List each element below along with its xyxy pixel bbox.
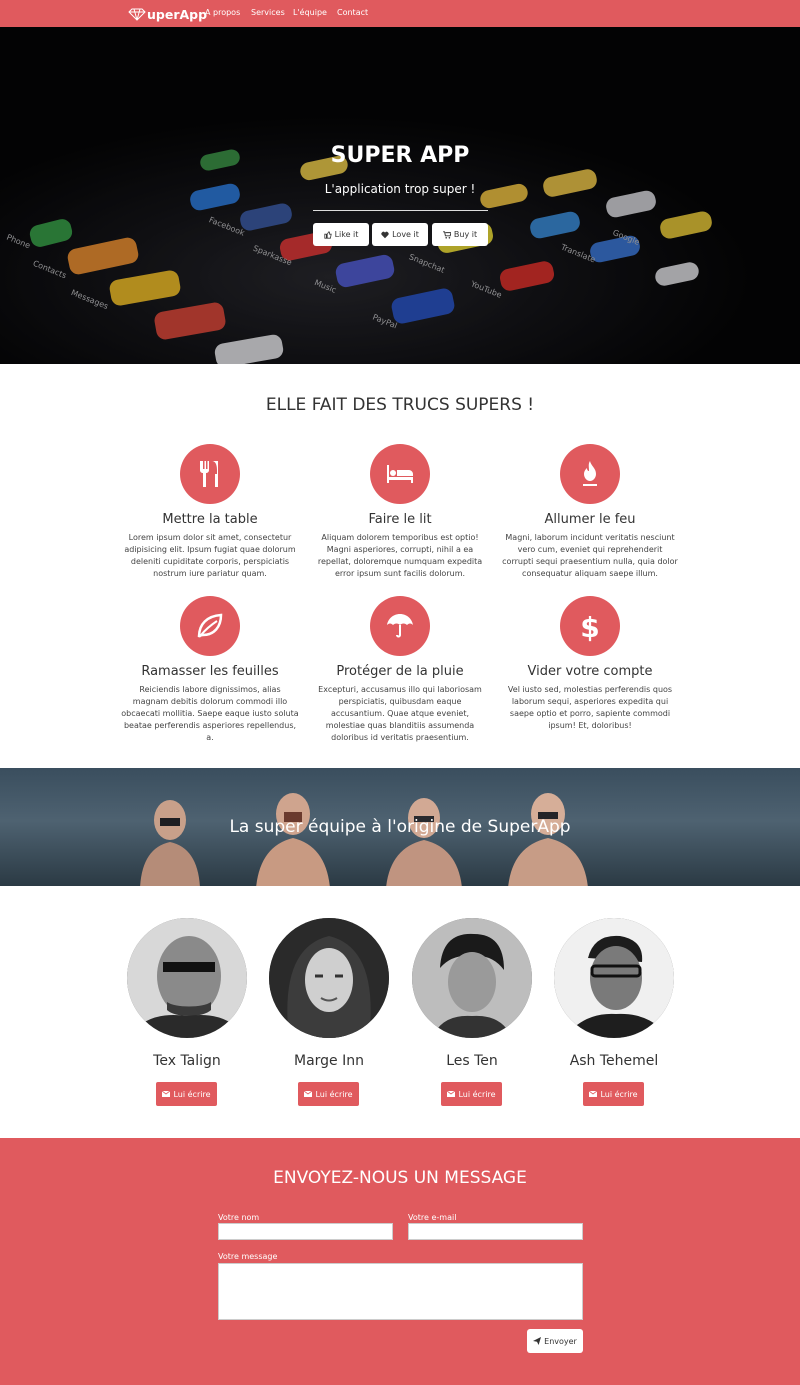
message-textarea[interactable] — [218, 1263, 583, 1320]
write-button-3-label: Lui écrire — [458, 1089, 496, 1099]
email-field[interactable] — [408, 1223, 583, 1240]
member-name-4: Ash Tehemel — [569, 1053, 659, 1069]
avatar-tex-talign — [127, 918, 247, 1038]
team-banner: La super équipe à l'origine de SuperApp — [0, 768, 800, 886]
love-button-label: Love it — [392, 230, 419, 239]
paper-plane-icon — [533, 1337, 542, 1345]
contact-title: ENVOYEZ-NOUS UN MESSAGE — [273, 1168, 527, 1188]
avatar-les-ten — [412, 918, 532, 1038]
feature-2-title: Faire le lit — [368, 512, 432, 527]
feature-1-circle — [180, 444, 240, 504]
avatar-marge-inn — [269, 918, 389, 1038]
dollar-icon: $ — [580, 611, 599, 642]
write-button-2-label: Lui écrire — [315, 1089, 353, 1099]
write-button-1-label: Lui écrire — [173, 1089, 211, 1099]
feature-4-circle — [180, 596, 240, 656]
stormtrooper-figure-2 — [256, 793, 330, 886]
love-button[interactable]: Love it — [372, 223, 428, 246]
heart-icon — [381, 231, 389, 238]
write-button-4-label: Lui écrire — [600, 1089, 638, 1099]
feature-5-circle — [370, 596, 430, 656]
email-label: Votre e-mail — [408, 1213, 457, 1222]
write-button-3[interactable]: Lui écrire — [441, 1082, 502, 1106]
nav-link-equipe[interactable]: L'équipe — [293, 8, 327, 17]
svg-text:$: $ — [580, 611, 599, 642]
stormtrooper-figure-4 — [508, 793, 588, 886]
envelope-icon — [304, 1091, 313, 1097]
feature-4-text: Reiciendis labore dignissimos, alias mag… — [121, 685, 299, 742]
feature-5-text: Excepturi, accusamus illo qui laboriosam… — [318, 685, 482, 742]
feature-6-circle: $ — [560, 596, 620, 656]
cutlery-icon — [200, 461, 218, 487]
nav-link-contact[interactable]: Contact — [337, 8, 368, 17]
feature-1-text: Lorem ipsum dolor sit amet, consectetur … — [124, 533, 296, 578]
contact-section: ENVOYEZ-NOUS UN MESSAGE Votre nom Votre … — [0, 1138, 800, 1385]
thumbs-up-icon — [323, 230, 332, 239]
feature-3-text: Magni, laborum incidunt veritatis nesciu… — [502, 533, 678, 578]
envelope-icon — [447, 1091, 456, 1097]
diamond-icon — [128, 8, 146, 21]
features-title: ELLE FAIT DES TRUCS SUPERS ! — [265, 395, 535, 415]
hero-divider — [313, 210, 488, 211]
feature-5-title: Protéger de la pluie — [336, 664, 464, 679]
hero-subtitle: L'application trop super ! — [324, 182, 476, 196]
feature-3-title: Allumer le feu — [544, 512, 636, 527]
hero-section: Phone Contacts Messages Facebook Sparkas… — [0, 27, 800, 364]
feature-2-circle — [370, 444, 430, 504]
feature-4-title: Ramasser les feuilles — [141, 664, 279, 679]
stormtrooper-figure-1 — [140, 800, 200, 886]
navbar: uperApp A propos Services L'équipe Conta… — [0, 0, 800, 27]
name-field[interactable] — [218, 1223, 393, 1240]
envelope-icon — [589, 1091, 598, 1097]
like-button-label: Like it — [334, 230, 359, 239]
feature-3-circle — [560, 444, 620, 504]
feature-6-text: Vel iusto sed, molestias perferendis quo… — [507, 685, 673, 730]
envelope-icon — [162, 1091, 171, 1097]
write-button-1[interactable]: Lui écrire — [156, 1082, 217, 1106]
avatar-ash-tehemel — [554, 918, 674, 1038]
buy-button-label: Buy it — [453, 230, 478, 239]
send-button[interactable]: Envoyer — [527, 1329, 583, 1353]
brand-name: uperApp — [147, 6, 208, 22]
fire-icon — [583, 461, 597, 486]
brand-logo[interactable]: uperApp — [128, 5, 207, 23]
nav-link-apropos[interactable]: A propos — [205, 8, 240, 17]
umbrella-icon — [387, 614, 413, 638]
feature-2-text: Aliquam dolorem temporibus est optio! Ma… — [317, 533, 483, 578]
bed-icon — [387, 465, 413, 483]
send-button-label: Envoyer — [544, 1336, 577, 1346]
hero-title: SUPER APP — [330, 143, 470, 168]
buy-button[interactable]: Buy it — [432, 223, 488, 246]
write-button-4[interactable]: Lui écrire — [583, 1082, 644, 1106]
message-label: Votre message — [218, 1252, 278, 1261]
team-banner-title: La super équipe à l'origine de SuperApp — [229, 817, 571, 837]
stormtrooper-figure-3 — [386, 798, 462, 886]
name-label: Votre nom — [218, 1213, 260, 1222]
cart-icon — [442, 230, 451, 239]
feature-6-title: Vider votre compte — [527, 664, 653, 679]
nav-link-services[interactable]: Services — [251, 8, 285, 17]
like-button[interactable]: Like it — [313, 223, 369, 246]
write-button-2[interactable]: Lui écrire — [298, 1082, 359, 1106]
leaf-icon — [197, 613, 223, 638]
feature-1-title: Mettre la table — [162, 512, 258, 527]
